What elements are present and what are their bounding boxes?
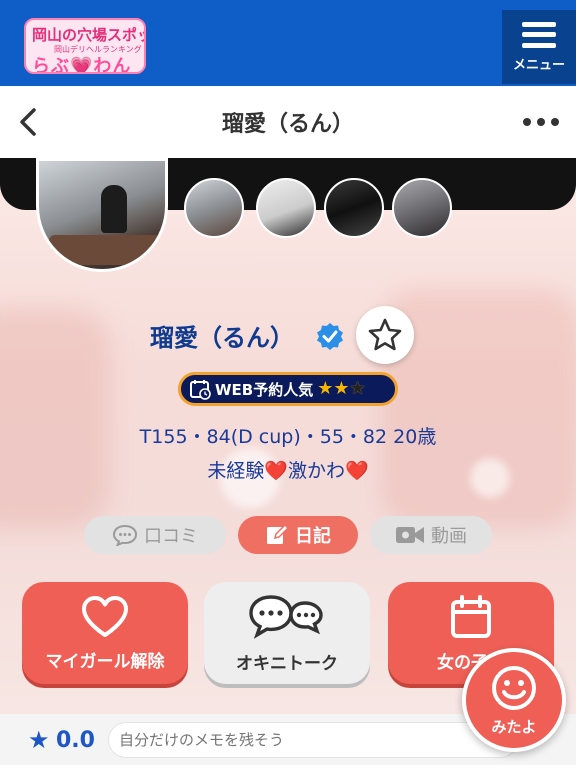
- top-bar: 岡山の穴場スポット 岡山デリヘルランキング らぶ💗わん メニュー: [0, 0, 576, 86]
- smiley-icon: [492, 665, 536, 710]
- profile-specs: T155・84(D cup)・55・82 20歳: [139, 426, 437, 448]
- action-label: マイガール解除: [45, 651, 165, 672]
- tagline-part1: 未経験: [207, 460, 265, 482]
- okini-talk-button[interactable]: オキニトーク: [204, 582, 370, 684]
- my-girl-remove-button[interactable]: マイガール解除: [22, 582, 188, 684]
- profile-name: 瑠愛（るん）: [150, 324, 294, 352]
- profile-tagline: 未経験❤️激かわ❤️: [0, 456, 576, 483]
- chat-bubbles-icon: [249, 594, 323, 639]
- memo-score: 0.0: [56, 728, 95, 753]
- web-booking-popularity-badge: WEB予約人気 ★ ★ ★: [178, 372, 398, 406]
- action-label: オキニトーク: [236, 653, 338, 674]
- tab-video[interactable]: 動画: [370, 516, 492, 554]
- calendar-icon: [451, 594, 491, 638]
- menu-label: メニュー: [512, 57, 565, 73]
- title-bar: 瑠愛（るん）: [0, 86, 576, 158]
- logo-line3: らぶ💗わん: [32, 56, 132, 74]
- favorite-button[interactable]: [356, 306, 414, 364]
- tab-label: 日記: [295, 526, 331, 547]
- tab-label: 口コミ: [144, 526, 198, 547]
- photo-table: [49, 235, 161, 265]
- video-camera-icon: [396, 527, 424, 543]
- mitayo-button[interactable]: みたよ: [462, 648, 566, 752]
- profile-name-row: 瑠愛（るん）: [0, 302, 576, 364]
- tab-diary[interactable]: 日記: [238, 516, 358, 554]
- photo-figure: [101, 185, 127, 233]
- rating-star-empty-icon: ★: [349, 378, 366, 399]
- tab-label: 動画: [431, 526, 467, 547]
- photo-thumbnail[interactable]: [256, 178, 316, 238]
- badge-label: WEB予約人気: [215, 380, 314, 399]
- speech-bubble-icon: [112, 524, 138, 546]
- rating-star-icon: ★: [28, 726, 50, 754]
- more-horizontal-icon[interactable]: [520, 114, 562, 130]
- heart-outline-icon: [82, 595, 128, 637]
- mitayo-label: みたよ: [491, 717, 537, 736]
- hamburger-icon: [522, 21, 556, 48]
- star-outline-icon: [368, 318, 402, 351]
- photo-thumbnail[interactable]: [392, 178, 452, 238]
- logo-line1: 岡山の穴場スポット: [32, 26, 144, 44]
- calendar-clock-icon: [190, 380, 211, 400]
- tab-reviews[interactable]: 口コミ: [84, 516, 226, 554]
- photo-thumbnail[interactable]: [184, 178, 244, 238]
- edit-icon: [267, 523, 289, 544]
- main-profile-photo[interactable]: [36, 158, 168, 272]
- menu-button[interactable]: メニュー: [502, 10, 576, 84]
- rating-star-filled-icon: ★: [333, 378, 350, 399]
- verified-check-icon: [317, 323, 343, 350]
- site-logo[interactable]: 岡山の穴場スポット 岡山デリヘルランキング らぶ💗わん: [24, 18, 146, 74]
- tagline-part2: 激かわ: [288, 460, 346, 482]
- photo-thumbnail[interactable]: [324, 178, 384, 238]
- badge-rating: ★ ★ ★: [317, 380, 365, 398]
- memo-input[interactable]: [108, 722, 518, 758]
- heart-icon: ❤️: [345, 460, 369, 482]
- heart-icon: ❤️: [264, 460, 288, 482]
- page-title: 瑠愛（るん）: [221, 112, 354, 137]
- rating-star-filled-icon: ★: [317, 378, 334, 399]
